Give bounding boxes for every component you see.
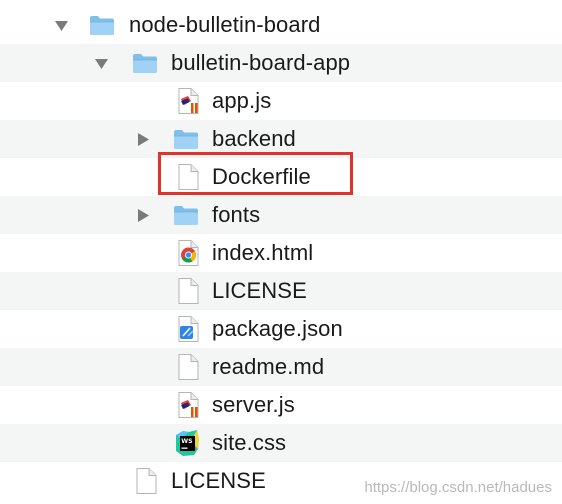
tree-row-file[interactable]: package.json	[0, 310, 562, 348]
disclosure-expanded-icon[interactable]	[94, 56, 109, 71]
folder-icon	[131, 49, 159, 77]
tree-row-file[interactable]: server.js	[0, 386, 562, 424]
disclosure-expanded-icon[interactable]	[54, 18, 69, 33]
chrome-html-icon	[174, 239, 202, 267]
tree-row-app-folder[interactable]: bulletin-board-app	[0, 44, 562, 82]
javascript-file-icon	[174, 87, 202, 115]
tree-row-file[interactable]: readme.md	[0, 348, 562, 386]
watermark: https://blog.csdn.net/hadues	[364, 479, 552, 496]
disclosure-collapsed-icon[interactable]	[136, 208, 151, 223]
blank-document-icon	[174, 277, 202, 305]
file-tree: node-bulletin-board bulletin-board-app a…	[0, 0, 562, 494]
tree-row-file[interactable]: site.css	[0, 424, 562, 462]
tree-row-root-folder[interactable]: node-bulletin-board	[0, 6, 562, 44]
folder-icon	[88, 11, 116, 39]
disclosure-collapsed-icon[interactable]	[136, 132, 151, 147]
blank-document-icon	[174, 353, 202, 381]
file-label: server.js	[212, 392, 295, 417]
file-label: readme.md	[212, 354, 325, 379]
folder-label: backend	[212, 126, 296, 151]
file-label: package.json	[212, 316, 343, 341]
file-label: LICENSE	[212, 278, 307, 303]
file-label: LICENSE	[171, 468, 266, 493]
tree-row-folder[interactable]: fonts	[0, 196, 562, 234]
tree-row-file[interactable]: LICENSE	[0, 272, 562, 310]
folder-icon	[172, 125, 200, 153]
root-folder-label: node-bulletin-board	[129, 12, 321, 37]
dockerfile-highlight-box	[158, 152, 353, 195]
file-label: app.js	[212, 88, 272, 113]
tree-row-file[interactable]: index.html	[0, 234, 562, 272]
xcode-json-icon	[174, 315, 202, 343]
file-label: index.html	[212, 240, 314, 265]
webstorm-css-icon	[173, 429, 201, 457]
folder-icon	[172, 201, 200, 229]
blank-document-icon	[132, 467, 160, 495]
folder-label: fonts	[212, 202, 261, 227]
app-folder-label: bulletin-board-app	[171, 50, 351, 75]
tree-row-file[interactable]: app.js	[0, 82, 562, 120]
file-label: site.css	[212, 430, 287, 455]
javascript-file-icon	[174, 391, 202, 419]
